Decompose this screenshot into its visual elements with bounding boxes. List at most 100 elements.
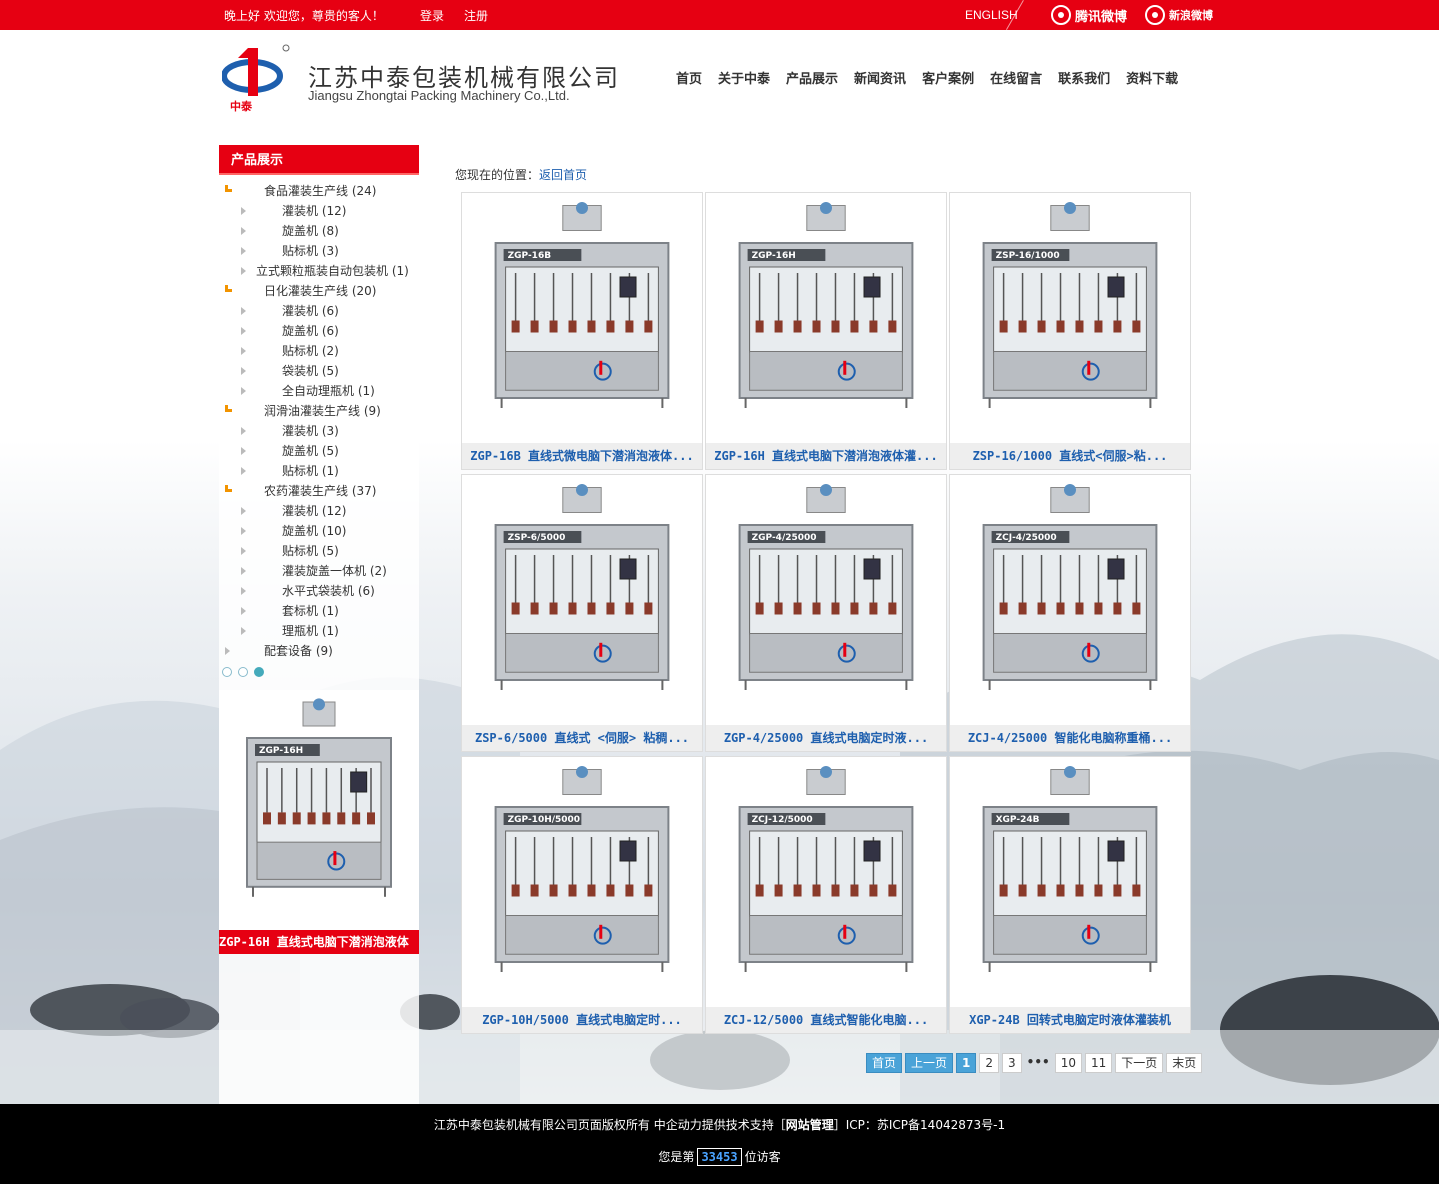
nav-contact[interactable]: 联系我们 — [1050, 68, 1118, 87]
slider-dot[interactable] — [238, 667, 248, 677]
register-link[interactable]: 注册 — [464, 7, 488, 24]
svg-text:ZSP-6/5000: ZSP-6/5000 — [508, 533, 566, 543]
product-card[interactable]: ZCJ-12/5000 ZCJ-12/5000 直线式智能化电脑... — [705, 756, 947, 1034]
category-item[interactable]: 润滑油灌装生产线 (9) — [219, 401, 419, 421]
product-caption[interactable]: ZGP-4/25000 直线式电脑定时液... — [706, 725, 946, 751]
slider-dot-active[interactable] — [254, 667, 264, 677]
nav-cases[interactable]: 客户案例 — [914, 68, 982, 87]
product-image[interactable]: ZGP-16B — [462, 193, 702, 443]
product-card[interactable]: XGP-24B XGP-24B 回转式电脑定时液体灌装机 — [949, 756, 1191, 1034]
logo-text: 中泰 — [230, 99, 253, 113]
arrow-right-icon — [241, 227, 246, 235]
login-link[interactable]: 登录 — [420, 7, 444, 24]
category-item[interactable]: 全自动理瓶机 (1) — [219, 381, 419, 401]
category-item[interactable]: 灌装机 (12) — [219, 201, 419, 221]
pager-page-11[interactable]: 11 — [1084, 1053, 1113, 1073]
category-item[interactable]: 食品灌装生产线 (24) — [219, 181, 419, 201]
featured-product[interactable]: ZGP-16H ZGP-16H 直线式电脑下潜消泡液体 — [219, 690, 419, 954]
product-image[interactable]: ZGP-4/25000 — [706, 475, 946, 725]
nav-message[interactable]: 在线留言 — [982, 68, 1050, 87]
footer-admin-link[interactable]: 网站管理 — [786, 1118, 834, 1132]
product-card[interactable]: ZGP-16H ZGP-16H 直线式电脑下潜消泡液体灌... — [705, 192, 947, 470]
breadcrumb-prefix: 您现在的位置： — [455, 168, 540, 182]
product-image[interactable]: ZSP-6/5000 — [462, 475, 702, 725]
category-item[interactable]: 袋装机 (5) — [219, 361, 419, 381]
category-item[interactable]: 旋盖机 (10) — [219, 521, 419, 541]
category-item[interactable]: 日化灌装生产线 (20) — [219, 281, 419, 301]
category-tree: 食品灌装生产线 (24) 灌装机 (12) 旋盖机 (8) 贴标机 (3) 立式颗粒瓶装… — [219, 175, 419, 661]
category-item[interactable]: 旋盖机 (5) — [219, 441, 419, 461]
category-item[interactable]: 旋盖机 (8) — [219, 221, 419, 241]
sina-weibo-label: 新浪微博 — [1169, 9, 1213, 22]
product-caption[interactable]: ZSP-6/5000 直线式 <伺服> 粘稠... — [462, 725, 702, 751]
product-caption[interactable]: ZCJ-12/5000 直线式智能化电脑... — [706, 1007, 946, 1033]
product-caption[interactable]: ZGP-10H/5000 直线式电脑定时... — [462, 1007, 702, 1033]
product-card[interactable]: ZGP-16B ZGP-16B 直线式微电脑下潜消泡液体... — [461, 192, 703, 470]
product-image[interactable]: ZCJ-4/25000 — [950, 475, 1190, 725]
featured-product-caption[interactable]: ZGP-16H 直线式电脑下潜消泡液体 — [219, 930, 419, 954]
product-image[interactable]: ZGP-10H/5000 — [462, 757, 702, 1007]
product-card[interactable]: ZSP-16/1000 ZSP-16/1000 直线式<伺服>粘... — [949, 192, 1191, 470]
nav-home[interactable]: 首页 — [668, 68, 710, 87]
category-item[interactable]: 立式颗粒瓶装自动包装机 (1) — [219, 261, 419, 281]
main-nav: 首页 关于中泰 产品展示 新闻资讯 客户案例 在线留言 联系我们 资料下载 — [668, 68, 1186, 87]
pager-last[interactable]: 末页 — [1166, 1053, 1203, 1073]
category-item[interactable]: 灌装机 (12) — [219, 501, 419, 521]
category-item[interactable]: 水平式袋装机 (6) — [219, 581, 419, 601]
product-caption[interactable]: ZSP-16/1000 直线式<伺服>粘... — [950, 443, 1190, 469]
pager-next[interactable]: 下一页 — [1115, 1053, 1164, 1073]
featured-product-image: ZGP-16H — [246, 698, 392, 897]
category-item[interactable]: 贴标机 (5) — [219, 541, 419, 561]
category-item[interactable]: 理瓶机 (1) — [219, 621, 419, 641]
category-item[interactable]: 配套设备 (9) — [219, 641, 419, 661]
pager-prev[interactable]: 上一页 — [905, 1053, 954, 1073]
category-label: 旋盖机 (5) — [282, 444, 339, 458]
arrow-right-icon — [225, 647, 230, 655]
category-item[interactable]: 农药灌装生产线 (37) — [219, 481, 419, 501]
product-card[interactable]: ZGP-10H/5000 ZGP-10H/5000 直线式电脑定时... — [461, 756, 703, 1034]
product-card[interactable]: ZSP-6/5000 ZSP-6/5000 直线式 <伺服> 粘稠... — [461, 474, 703, 752]
category-item[interactable]: 灌装机 (3) — [219, 421, 419, 441]
product-card[interactable]: ZCJ-4/25000 ZCJ-4/25000 智能化电脑称重桶... — [949, 474, 1191, 752]
tencent-weibo-link[interactable]: 腾讯微博 — [1051, 5, 1127, 25]
pager-page-10[interactable]: 10 — [1054, 1053, 1082, 1073]
nav-products[interactable]: 产品展示 — [778, 68, 846, 87]
category-label: 理瓶机 (1) — [282, 624, 339, 638]
category-label: 灌装机 (6) — [282, 304, 339, 318]
nav-news[interactable]: 新闻资讯 — [846, 68, 914, 87]
product-card[interactable]: ZGP-4/25000 ZGP-4/25000 直线式电脑定时液... — [705, 474, 947, 752]
sina-weibo-link[interactable]: 新浪微博 — [1145, 5, 1213, 25]
nav-about[interactable]: 关于中泰 — [710, 68, 778, 87]
arrow-right-icon — [241, 607, 246, 615]
category-label: 袋装机 (5) — [282, 364, 339, 378]
nav-download[interactable]: 资料下载 — [1118, 68, 1186, 87]
company-logo[interactable]: 中泰 — [221, 42, 292, 114]
product-caption[interactable]: XGP-24B 回转式电脑定时液体灌装机 — [950, 1007, 1190, 1033]
pager-page-3[interactable]: 3 — [1002, 1053, 1022, 1073]
pagination: 首页 上一页 1 2 3 ••• 10 11 下一页 末页 — [866, 1053, 1203, 1073]
category-label: 贴标机 (1) — [282, 464, 339, 478]
category-item[interactable]: 贴标机 (3) — [219, 241, 419, 261]
slider-dot[interactable] — [222, 667, 232, 677]
category-item[interactable]: 旋盖机 (6) — [219, 321, 419, 341]
category-item[interactable]: 套标机 (1) — [219, 601, 419, 621]
product-image[interactable]: XGP-24B — [950, 757, 1190, 1007]
breadcrumb-home-link[interactable]: 返回首页 — [539, 168, 587, 182]
english-link[interactable]: ENGLISH — [965, 8, 1018, 22]
category-label: 旋盖机 (6) — [282, 324, 339, 338]
arrow-right-icon — [241, 467, 246, 475]
product-caption[interactable]: ZGP-16B 直线式微电脑下潜消泡液体... — [462, 443, 702, 469]
product-image[interactable]: ZSP-16/1000 — [950, 193, 1190, 443]
product-image[interactable]: ZGP-16H — [706, 193, 946, 443]
category-item[interactable]: 灌装旋盖一体机 (2) — [219, 561, 419, 581]
pager-page-2[interactable]: 2 — [979, 1053, 1000, 1073]
product-caption[interactable]: ZGP-16H 直线式电脑下潜消泡液体灌... — [706, 443, 946, 469]
product-image[interactable]: ZCJ-12/5000 — [706, 757, 946, 1007]
pager-page-1[interactable]: 1 — [956, 1053, 977, 1073]
pager-first[interactable]: 首页 — [866, 1053, 903, 1073]
category-item[interactable]: 贴标机 (2) — [219, 341, 419, 361]
product-caption[interactable]: ZCJ-4/25000 智能化电脑称重桶... — [950, 725, 1190, 751]
category-item[interactable]: 灌装机 (6) — [219, 301, 419, 321]
expanded-arrow-icon — [225, 485, 232, 492]
category-item[interactable]: 贴标机 (1) — [219, 461, 419, 481]
